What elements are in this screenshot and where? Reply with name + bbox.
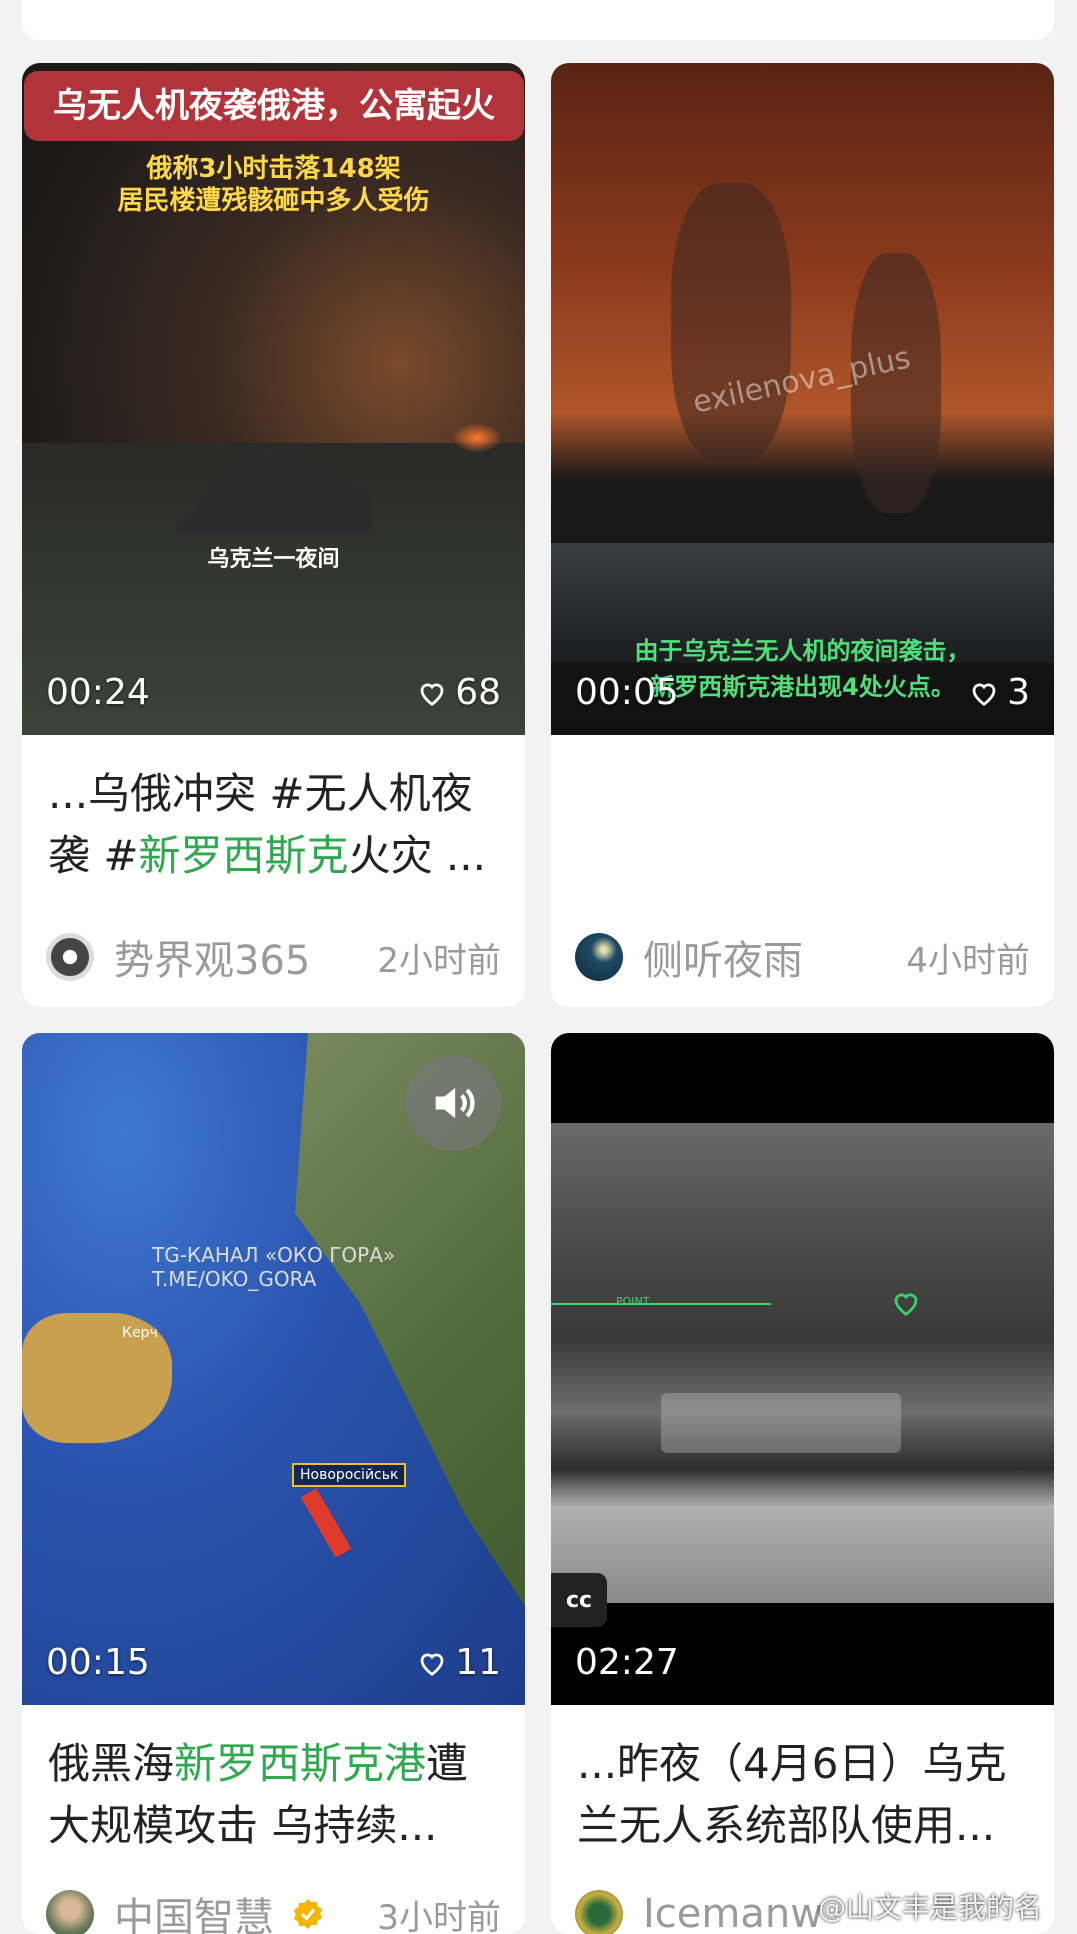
- source-watermark: @山文丰是我的名: [817, 1891, 1042, 1924]
- card-meta: 中国智慧 3小时前: [46, 1884, 501, 1934]
- video-card-1[interactable]: 乌无人机夜袭俄港，公寓起火 俄称3小时击落148架 居民楼遭残骸砸中多人受伤 乌…: [22, 63, 525, 1007]
- card-meta: 势界观365 2小时前: [46, 927, 501, 987]
- video-duration: 00:15: [46, 1642, 150, 1683]
- overlay-line: 由于乌克兰无人机的夜间袭击，: [634, 637, 971, 665]
- avatar[interactable]: [46, 1890, 94, 1934]
- author-name[interactable]: 侧听夜雨: [643, 928, 906, 986]
- avatar[interactable]: [46, 933, 94, 981]
- video-title[interactable]: ...乌俄冲突 #无人机夜袭 #新罗西斯克火灾 ...: [22, 735, 525, 885]
- overlay-subheadline: 俄称3小时击落148架 居民楼遭残骸砸中多人受伤: [22, 153, 525, 217]
- overlay-line: 居民楼遭残骸砸中多人受伤: [117, 186, 430, 216]
- map-city-label: Керч: [122, 1325, 158, 1341]
- video-thumbnail[interactable]: TG-КАНАЛ «ОКО ГОРА» T.ME/OKO_GORA Новоро…: [22, 1033, 525, 1705]
- verified-badge-icon: [293, 1899, 323, 1929]
- hud-label: POINT: [616, 1295, 650, 1308]
- video-title[interactable]: ...昨夜（4月6日）乌克兰无人系统部队使用...: [551, 1705, 1054, 1855]
- video-card-3[interactable]: TG-КАНАЛ «ОКО ГОРА» T.ME/OKO_GORA Новоро…: [22, 1033, 525, 1934]
- map-city-label: Новоросійськ: [292, 1463, 407, 1487]
- video-title[interactable]: [551, 735, 1054, 885]
- author-name[interactable]: 势界观365: [114, 928, 377, 986]
- video-duration: 02:27: [575, 1642, 679, 1683]
- heart-icon: [420, 683, 444, 706]
- map-watermark: TG-КАНАЛ «ОКО ГОРА» T.ME/OKO_GORA: [152, 1243, 395, 1291]
- video-thumbnail[interactable]: POINT cc 02:27: [551, 1033, 1054, 1705]
- title-text: 火灾 ...: [348, 831, 486, 880]
- previous-card-bottom: [22, 0, 1054, 40]
- title-text: ...昨夜（4月6日）乌克兰无人系统部队使用...: [577, 1739, 1007, 1850]
- post-time: 3小时前: [377, 1897, 501, 1934]
- captions-button[interactable]: cc: [551, 1573, 607, 1627]
- speaker-icon: [435, 1087, 475, 1119]
- heart-icon: [420, 1653, 444, 1676]
- video-thumbnail[interactable]: 乌无人机夜袭俄港，公寓起火 俄称3小时击落148架 居民楼遭残骸砸中多人受伤 乌…: [22, 63, 525, 735]
- video-thumbnail[interactable]: exilenova_plus 由于乌克兰无人机的夜间袭击， 新罗西斯克港出现4处…: [551, 63, 1054, 735]
- video-card-4[interactable]: POINT cc 02:27 ...昨夜（4月6日）乌克兰无人系统部队使用...…: [551, 1033, 1054, 1934]
- like-count-value: 11: [455, 1642, 501, 1683]
- hud-line: [551, 1303, 771, 1305]
- like-count-value: 3: [1007, 672, 1030, 713]
- heart-icon: [972, 683, 996, 706]
- vessel-silhouette: [661, 1393, 901, 1453]
- overlay-line: TG-КАНАЛ «ОКО ГОРА»: [152, 1243, 396, 1267]
- title-hashtag-link[interactable]: 新罗西斯克: [139, 831, 349, 880]
- post-time: 2小时前: [377, 940, 501, 981]
- avatar[interactable]: [575, 1890, 623, 1934]
- hud-heart-icon: [894, 1293, 918, 1316]
- overlay-line: T.ME/OKO_GORA: [152, 1267, 317, 1291]
- fire-glow: [452, 423, 502, 453]
- like-count[interactable]: 68: [417, 672, 501, 713]
- video-card-2[interactable]: exilenova_plus 由于乌克兰无人机的夜间袭击， 新罗西斯克港出现4处…: [551, 63, 1054, 1007]
- overlay-line: 俄称3小时击落148架: [146, 154, 401, 184]
- headline-badge: 乌无人机夜袭俄港，公寓起火: [24, 71, 524, 141]
- post-time: 4小时前: [906, 940, 1030, 981]
- card-meta: 侧听夜雨 4小时前: [575, 927, 1030, 987]
- like-count[interactable]: 3: [969, 672, 1030, 713]
- video-duration: 00:24: [46, 672, 150, 713]
- sound-toggle[interactable]: [405, 1055, 501, 1151]
- thermal-footage: [551, 1123, 1054, 1603]
- video-duration: 00:05: [575, 672, 679, 713]
- overlay-caption: 乌克兰一夜间: [207, 547, 340, 572]
- author-name-text: 中国智慧: [114, 1895, 274, 1934]
- smoke-plume: [671, 183, 791, 463]
- author-name[interactable]: 中国智慧: [114, 1885, 274, 1934]
- avatar[interactable]: [575, 933, 623, 981]
- like-count[interactable]: 11: [417, 1642, 501, 1683]
- title-text: 俄黑海: [48, 1739, 175, 1788]
- title-hashtag-link[interactable]: 新罗西斯克港: [174, 1739, 426, 1788]
- video-title[interactable]: 俄黑海新罗西斯克港遭大规模攻击 乌持续...: [22, 1705, 525, 1855]
- like-count-value: 68: [455, 672, 501, 713]
